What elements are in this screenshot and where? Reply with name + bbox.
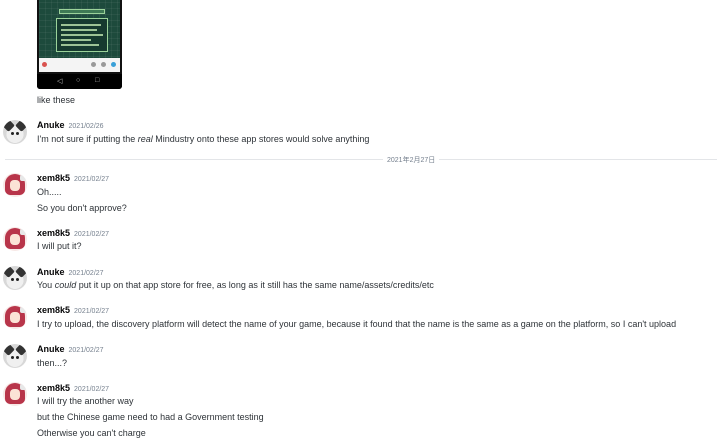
message-header: Anuke 2021/02/27 — [37, 267, 104, 277]
app-logo-icon — [42, 62, 47, 67]
message-header: xem8k5 2021/02/27 — [37, 383, 109, 393]
timestamp: 2021/02/27 — [74, 176, 110, 183]
cat-avatar-icon[interactable] — [3, 266, 27, 290]
back-icon: ◁ — [57, 78, 63, 85]
home-icon: ○ — [76, 77, 81, 84]
username[interactable]: xem8k5 — [37, 173, 70, 183]
cat-avatar-icon[interactable] — [3, 120, 27, 144]
username[interactable]: Anuke — [37, 267, 65, 277]
message-text: Otherwise you can't charge — [37, 428, 146, 438]
anime-girl-avatar-icon[interactable] — [3, 227, 27, 251]
message-text: So you don't approve? — [37, 203, 127, 213]
phone-app-bar — [39, 58, 120, 72]
username[interactable]: xem8k5 — [37, 305, 70, 315]
star-icon — [101, 62, 106, 67]
timestamp: 2021/02/27 — [74, 308, 110, 315]
anime-girl-avatar-icon[interactable] — [3, 305, 27, 329]
timestamp: 2021/02/27 — [68, 347, 104, 354]
username[interactable]: Anuke — [37, 120, 65, 130]
timestamp: 2021/02/27 — [74, 231, 110, 238]
message-text: but the Chinese game need to had a Gover… — [37, 412, 264, 422]
message-text: I try to upload, the discovery platform … — [37, 319, 677, 329]
message-header: xem8k5 2021/02/27 — [37, 173, 109, 183]
message-text: I'm not sure if putting the real Mindust… — [37, 134, 370, 144]
message-header: Anuke 2021/02/27 — [37, 344, 104, 354]
message-text: like these — [37, 95, 76, 105]
timestamp: 2021/02/26 — [68, 123, 104, 130]
timestamp: 2021/02/27 — [74, 386, 110, 393]
timestamp: 2021/02/27 — [68, 270, 104, 277]
username[interactable]: xem8k5 — [37, 383, 70, 393]
image-attachment[interactable]: ◁ ○ □ — [37, 0, 122, 89]
date-divider — [5, 159, 717, 160]
message-text: You could put it up on that app store fo… — [37, 280, 434, 290]
anime-girl-avatar-icon[interactable] — [3, 173, 27, 197]
share-icon — [111, 62, 116, 67]
message-text: then...? — [37, 358, 68, 368]
message-text: Oh..... — [37, 187, 62, 197]
recents-icon: □ — [95, 77, 100, 84]
cat-avatar-icon[interactable] — [3, 344, 27, 368]
game-screenshot — [39, 0, 120, 58]
message-text: I will put it? — [37, 241, 82, 251]
phone-nav-bar: ◁ ○ □ — [37, 74, 122, 89]
date-divider-label: 2021年2月27日 — [383, 155, 440, 165]
message-header: xem8k5 2021/02/27 — [37, 228, 109, 238]
username[interactable]: Anuke — [37, 344, 65, 354]
username[interactable]: xem8k5 — [37, 228, 70, 238]
comment-icon — [91, 62, 96, 67]
message-header: xem8k5 2021/02/27 — [37, 305, 109, 315]
message-header: Anuke 2021/02/26 — [37, 120, 104, 130]
message-text: I will try the another way — [37, 396, 134, 406]
anime-girl-avatar-icon[interactable] — [3, 382, 27, 406]
